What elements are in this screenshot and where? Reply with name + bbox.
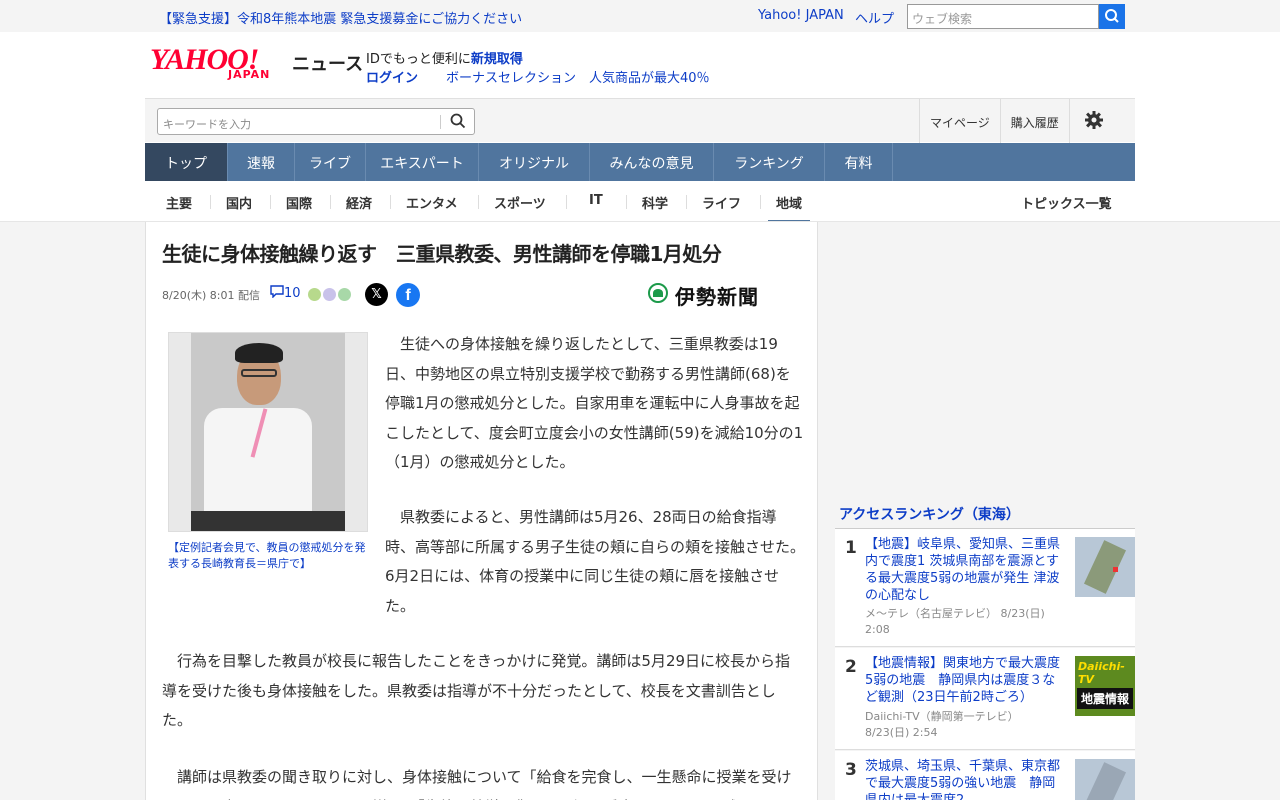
rank-number: 2 [845,657,857,677]
access-ranking-title[interactable]: アクセスランキング（東海） [839,504,1020,524]
divider [686,195,687,209]
nav-expert[interactable]: エキスパート [366,143,479,181]
help-link[interactable]: ヘルプ [855,8,894,27]
comment-count: 10 [284,286,301,301]
divider [566,195,567,209]
ranking-item[interactable]: 2 【地震情報】関東地方で最大震度5弱の地震 静岡県内は震度３など観測（23日午… [835,648,1135,750]
article-paragraph: 生徒への身体接触を繰り返したとして、三重県教委は19日、中勢地区の県立特別支援学… [385,335,804,471]
share-x-button[interactable]: 𝕏 [365,283,388,306]
category-science[interactable]: 科学 [642,193,668,212]
reaction-icons[interactable] [308,286,352,305]
divider [760,195,761,209]
keyword-placeholder: キーワードを入力 [163,118,251,131]
nav-ranking[interactable]: ランキング [714,143,825,181]
ranking-item-source: Daiichi-TV（静岡第一テレビ） 8/23(日) 2:54 [865,710,1019,739]
bonus-selection-link[interactable]: ボーナスセレクション 人気商品が最大40％ [446,67,710,86]
ranking-thumbnail[interactable]: Daiichi-TV 地震情報 [1075,656,1135,716]
mypage-link[interactable]: マイページ [919,99,1000,143]
settings-button[interactable] [1068,99,1115,143]
nav-top[interactable]: トップ [145,143,228,181]
category-main[interactable]: 主要 [166,193,192,212]
topics-list-link[interactable]: トピックス一覧 [1021,193,1112,212]
divider [478,195,479,209]
login-link[interactable]: ログイン [366,67,418,86]
search-icon[interactable] [450,113,466,129]
thumbnail-caption: 地震情報 [1077,688,1133,709]
ranking-item-title[interactable]: 【地震】岐阜県、愛知県、三重県内で震度1 茨城県南部を震源とする最大震度5弱の地… [865,536,1065,604]
rank-number: 3 [845,760,857,780]
thinking-icon [323,288,337,301]
divider [390,195,391,209]
web-search-input[interactable]: ウェブ検索 [907,4,1099,29]
nav-opinion[interactable]: みんなの意見 [590,143,714,181]
category-life[interactable]: ライフ [702,193,741,212]
search-divider [440,115,441,129]
ranking-item[interactable]: 1 【地震】岐阜県、愛知県、三重県内で震度1 茨城県南部を震源とする最大震度5弱… [835,529,1135,647]
web-search-button[interactable] [1099,4,1125,29]
category-it[interactable]: IT [589,193,603,208]
divider [210,195,211,209]
share-facebook-button[interactable]: f [396,283,420,307]
nav-paid[interactable]: 有料 [825,143,893,181]
logo-subtext: JAPAN [228,68,271,81]
category-nav: 主要 国内 国際 経済 エンタメ スポーツ IT 科学 ライフ 地域 トピックス… [145,181,1135,223]
comment-icon [270,285,284,299]
rank-number: 1 [845,538,857,558]
yahoo-logo[interactable]: YAHOO! JAPAN [150,43,290,85]
nav-live[interactable]: ライブ [295,143,366,181]
divider [626,195,627,209]
nav-breaking[interactable]: 速報 [228,143,295,181]
thumbnail-brand: Daiichi-TV [1078,660,1125,686]
article-photo[interactable] [168,332,368,532]
photo-caption: 【定例記者会見で、教員の懲戒処分を発表する長崎教育長＝県庁で】 [168,541,366,570]
ranking-item-source: メ～テレ（名古屋テレビ） 8/23(日) 2:08 [865,607,1045,636]
publisher-mark-icon [648,283,668,303]
search-icon [1105,9,1119,23]
id-promo-text: IDでもっと便利に [366,52,471,67]
category-local[interactable]: 地域 [768,193,811,223]
gear-icon [1084,111,1103,129]
service-name[interactable]: ニュース [292,50,363,76]
search-row: キーワードを入力 マイページ 購入履歴 [145,98,1135,143]
ranking-item-title[interactable]: 【地震情報】関東地方で最大震度5弱の地震 静岡県内は震度３など観測（23日午前2… [865,655,1065,706]
category-business[interactable]: 経済 [346,193,372,212]
category-entertainment[interactable]: エンタメ [406,193,458,212]
main-nav: トップ 速報 ライブ エキスパート オリジナル みんなの意見 ランキング 有料 [145,143,1135,181]
article-paragraph: 講師は県教委の聞き取りに対し、身体接触について「給食を完食し、一生懸命に授業を受… [162,768,792,800]
category-world[interactable]: 国際 [286,193,312,212]
comments-link[interactable]: 10 [270,285,301,301]
article-date: 8/20(木) 8:01 配信 [162,289,260,302]
article-paragraph: 県教委によると、男性講師は5月26、28両日の給食指導時、高等部に所属する男子生… [385,508,806,615]
yahoo-japan-link[interactable]: Yahoo! JAPAN [758,8,844,23]
keyword-search-input[interactable]: キーワードを入力 [157,108,475,135]
ranking-thumbnail[interactable] [1075,759,1135,800]
ranking-thumbnail[interactable] [1075,537,1135,597]
ranking-item-title[interactable]: 茨城県、埼玉県、千葉県、東京都で最大震度5弱の強い地震 静岡県内は最大震度2 [865,758,1065,800]
id-promo: IDでもっと便利に新規取得 [366,48,523,67]
publisher-name: 伊勢新聞 [675,285,759,309]
top-bar: 【緊急支援】令和8年熊本地震 緊急支援募金にご協力ください Yahoo! JAP… [0,0,1280,32]
register-link[interactable]: 新規取得 [471,52,523,67]
article: 生徒に身体接触繰り返す 三重県教委、男性講師を停職1月処分 8/20(木) 8:… [145,222,818,800]
article-paragraph: 行為を目撃した教員が校長に報告したことをきっかけに発覚。講師は5月29日に校長か… [162,652,791,729]
article-headline: 生徒に身体接触繰り返す 三重県教委、男性講師を停職1月処分 [162,242,722,266]
category-sports[interactable]: スポーツ [494,193,546,212]
nav-original[interactable]: オリジナル [479,143,590,181]
ranking-item[interactable]: 3 茨城県、埼玉県、千葉県、東京都で最大震度5弱の強い地震 静岡県内は最大震度2 [835,751,1135,800]
nod-icon [338,288,352,301]
category-domestic[interactable]: 国内 [226,193,252,212]
purchase-history-link[interactable]: 購入履歴 [999,99,1069,143]
divider [330,195,331,209]
smile-icon [308,288,321,301]
divider [270,195,271,209]
emergency-alert-link[interactable]: 【緊急支援】令和8年熊本地震 緊急支援募金にご協力ください [159,8,522,27]
